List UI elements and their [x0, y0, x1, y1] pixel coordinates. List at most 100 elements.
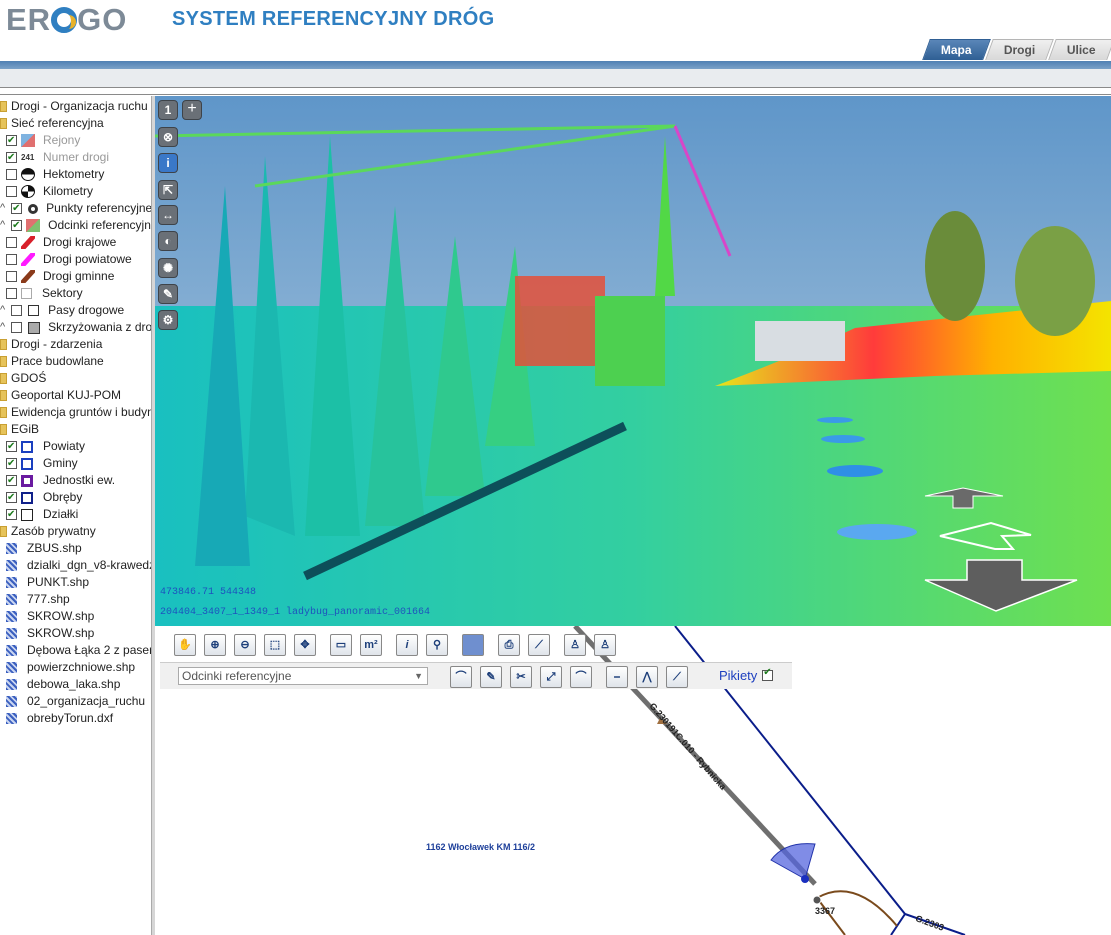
draw-polyline-icon[interactable]: ⌒: [450, 666, 472, 688]
private-layer-item[interactable]: 777.shp: [6, 591, 70, 608]
layer-checkbox[interactable]: [6, 169, 17, 180]
private-layer-item[interactable]: obrebyTorun.dxf: [6, 710, 113, 727]
pano-measure-icon[interactable]: ↔: [158, 205, 178, 225]
layer-checkbox[interactable]: [6, 455, 17, 472]
private-layer-item[interactable]: SKROW.shp: [6, 625, 94, 642]
grid-icon[interactable]: [462, 634, 484, 656]
layer-drogi-krajowe[interactable]: Drogi krajowe: [6, 234, 116, 251]
layer-punkty-referencyjne[interactable]: ^ Punkty referencyjne: [0, 200, 151, 217]
private-layer-item[interactable]: dzialki_dgn_v8-krawedzie: [6, 557, 151, 574]
layer-select[interactable]: Odcinki referencyjne ▼: [178, 667, 428, 685]
split-line-icon[interactable]: ⤢: [540, 666, 562, 688]
full-extent-icon[interactable]: ✥: [294, 634, 316, 656]
layer-kilometry[interactable]: Kilometry: [6, 183, 93, 200]
layer-checkbox[interactable]: [6, 489, 17, 506]
layer-pasy-drogowe[interactable]: ^ Pasy drogowe: [0, 302, 124, 319]
pikiety-toggle[interactable]: Pikiety: [719, 667, 777, 683]
ergo-logo: ER GO: [6, 2, 128, 37]
zoom-box-icon[interactable]: ⬚: [264, 634, 286, 656]
diagonal-line-icon[interactable]: ⟋: [666, 666, 688, 688]
layer-checkbox[interactable]: [11, 322, 23, 333]
pano-zoom-in-button[interactable]: +: [182, 100, 202, 120]
pin-icon[interactable]: ⚲: [426, 634, 448, 656]
layer-checkbox[interactable]: [6, 472, 17, 489]
streetview-icon[interactable]: ♙: [564, 634, 586, 656]
layer-rejony[interactable]: Rejony: [6, 132, 80, 149]
vertex-icon[interactable]: ⋀: [636, 666, 658, 688]
pano-export-icon[interactable]: ⇱: [158, 180, 178, 200]
private-layer-item[interactable]: 02_organizacja_ruchu: [6, 693, 145, 710]
layer-checkbox[interactable]: [6, 237, 17, 248]
expander-icon[interactable]: ^: [0, 200, 5, 217]
layer-numer-drogi[interactable]: 241 Numer drogi: [6, 149, 109, 166]
private-layer-item[interactable]: Dębowa Łąka 2 z pasem: [6, 642, 151, 659]
line-point-icon[interactable]: ⎯: [606, 666, 628, 688]
layer-checkbox[interactable]: [11, 200, 23, 217]
layer-dzialki[interactable]: Działki: [6, 506, 78, 523]
layer-jednostki[interactable]: Jednostki ew.: [6, 472, 115, 489]
layer-hektometry[interactable]: Hektometry: [6, 166, 104, 183]
pano-edit-icon[interactable]: ✎: [158, 284, 178, 304]
zoom-in-icon[interactable]: ⊕: [204, 634, 226, 656]
scissors-icon[interactable]: ✂: [510, 666, 532, 688]
layer-checkbox[interactable]: [6, 132, 17, 149]
layer-odcinki-referencyjne[interactable]: ^ Odcinki referencyjne: [0, 217, 151, 234]
layer-powiaty[interactable]: Powiaty: [6, 438, 85, 455]
layer-drogi-powiatowe[interactable]: Drogi powiatowe: [6, 251, 132, 268]
zoom-out-icon[interactable]: ⊖: [234, 634, 256, 656]
expander-icon[interactable]: ^: [0, 302, 5, 319]
layer-checkbox[interactable]: [11, 217, 23, 234]
tab-ulice[interactable]: Ulice: [1048, 39, 1111, 60]
info-icon[interactable]: i: [396, 634, 418, 656]
measure-area-button[interactable]: m²: [360, 634, 382, 656]
private-layer-item[interactable]: PUNKT.shp: [6, 574, 89, 591]
profile-icon[interactable]: ⟋: [528, 634, 550, 656]
layer-checkbox[interactable]: [6, 254, 17, 265]
shapefile-icon: [6, 594, 17, 605]
curve-icon[interactable]: ⌒: [570, 666, 592, 688]
layer-checkbox[interactable]: [6, 438, 17, 455]
expander-icon[interactable]: ^: [0, 319, 5, 336]
pencil-icon[interactable]: ✎: [480, 666, 502, 688]
pano-layers-icon[interactable]: ◐: [158, 231, 178, 251]
streetview-2-icon[interactable]: ♙: [594, 634, 616, 656]
tree-folder-siec-referencyjna[interactable]: Sieć referencyjna: [0, 115, 104, 132]
tree-folder-drogi-organizacja[interactable]: Drogi - Organizacja ruchu: [0, 98, 148, 115]
tab-mapa[interactable]: Mapa: [922, 39, 991, 60]
pano-compass-icon[interactable]: ⊗: [158, 127, 178, 147]
pano-settings-icon[interactable]: ⚙: [158, 310, 178, 330]
layer-checkbox[interactable]: [6, 186, 17, 197]
private-layer-item[interactable]: ZBUS.shp: [6, 540, 82, 557]
tree-folder-zasob-prywatny[interactable]: Zasób prywatny: [0, 523, 96, 540]
layer-checkbox[interactable]: [6, 288, 17, 299]
layer-checkbox[interactable]: [6, 506, 17, 523]
pan-hand-icon[interactable]: ✋: [174, 634, 196, 656]
layer-gminy[interactable]: Gminy: [6, 455, 78, 472]
layer-checkbox[interactable]: [11, 305, 23, 316]
private-layer-item[interactable]: powierzchniowe.shp: [6, 659, 135, 676]
layer-checkbox[interactable]: [6, 149, 17, 166]
print-icon[interactable]: ⎙: [498, 634, 520, 656]
pano-zoom-level[interactable]: 1: [158, 100, 178, 120]
pano-info-icon[interactable]: i: [158, 153, 178, 173]
tree-folder-geoportal[interactable]: Geoportal KUJ-POM: [0, 387, 121, 404]
private-layer-item[interactable]: SKROW.shp: [6, 608, 94, 625]
tab-drogi[interactable]: Drogi: [985, 39, 1055, 60]
divider: [0, 94, 1111, 95]
layer-obreby[interactable]: Obręby: [6, 489, 82, 506]
tree-folder-egib[interactable]: EGiB: [0, 421, 39, 438]
expander-icon[interactable]: ^: [0, 217, 5, 234]
tree-folder-ewidencja[interactable]: Ewidencja gruntów i budynków: [0, 404, 151, 421]
tree-folder-gdos[interactable]: GDOŚ: [0, 370, 46, 387]
layer-drogi-gminne[interactable]: Drogi gminne: [6, 268, 114, 285]
tree-folder-prace-budowlane[interactable]: Prace budowlane: [0, 353, 104, 370]
tree-folder-drogi-zdarzenia[interactable]: Drogi - zdarzenia: [0, 336, 102, 353]
layer-sektory[interactable]: Sektory: [6, 285, 83, 302]
panorama-view[interactable]: [155, 96, 1111, 626]
layer-skrzyzowania[interactable]: ^ Skrzyżowania z drogami: [0, 319, 151, 336]
private-layer-item[interactable]: debowa_laka.shp: [6, 676, 120, 693]
layer-checkbox[interactable]: [6, 271, 17, 282]
ruler-icon[interactable]: ▭: [330, 634, 352, 656]
pano-brightness-icon[interactable]: ✺: [158, 258, 178, 278]
pikiety-checkbox[interactable]: [762, 667, 774, 681]
